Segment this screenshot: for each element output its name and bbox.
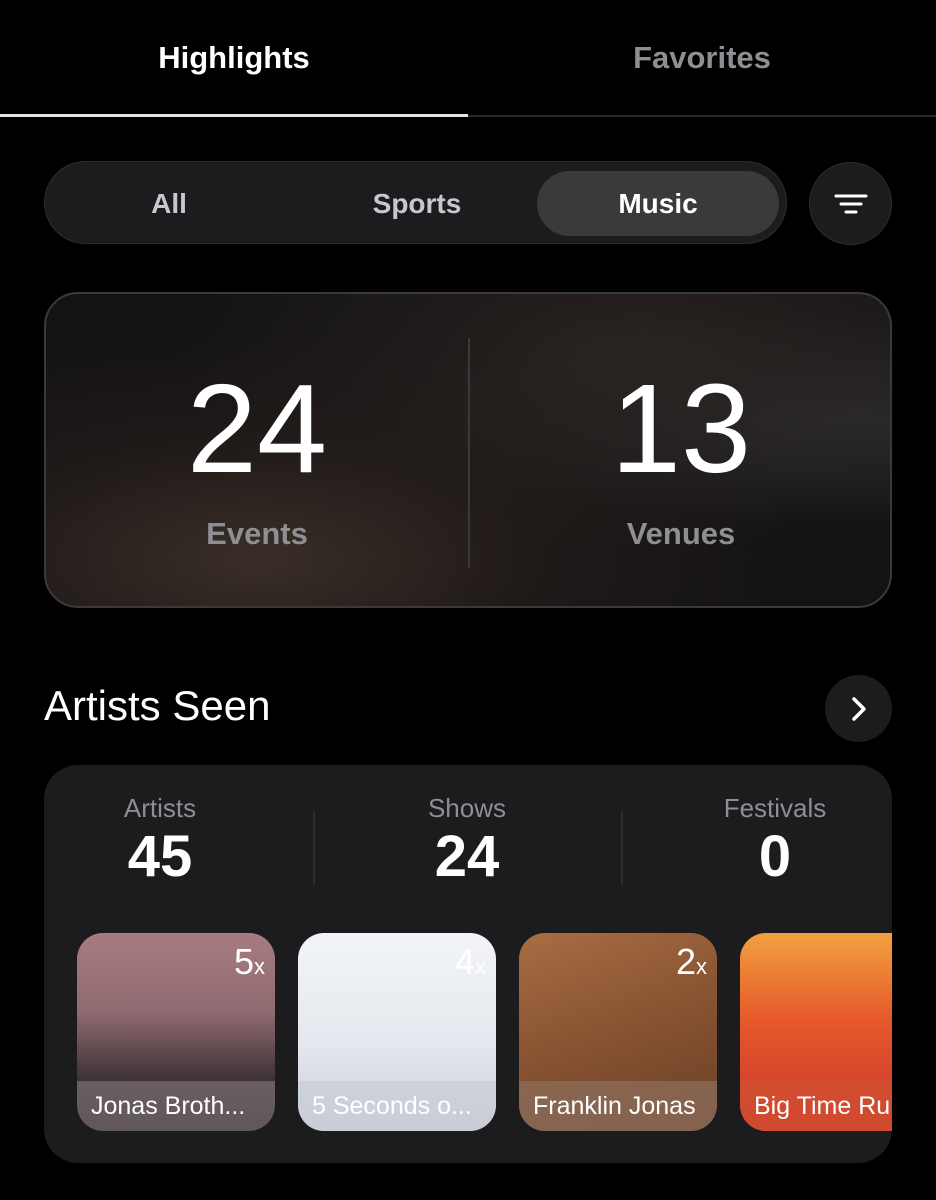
artist-tile[interactable]: 4x 5 Seconds o... [298, 933, 496, 1131]
festivals-stat-value: 0 [758, 824, 792, 889]
artist-name: Franklin Jonas [519, 1081, 717, 1131]
festivals-stat: Festivals 0 [659, 793, 891, 888]
shows-stat-label: Shows [427, 793, 507, 823]
category-segmented-control: All Sports Music [44, 161, 787, 244]
artists-seen-card[interactable]: Artists 45 Shows 24 Festivals 0 5x Jonas… [44, 765, 892, 1163]
segment-all[interactable]: All [45, 171, 293, 236]
artist-seen-count: 4x [454, 941, 486, 982]
events-label: Events [206, 516, 308, 551]
artists-stat: Artists 45 [44, 793, 276, 888]
artist-tile[interactable]: 5x Jonas Broth... [77, 933, 275, 1131]
venues-stat: 13 Venues [470, 364, 892, 552]
filter-button[interactable] [809, 162, 892, 245]
filter-lines-icon [834, 194, 867, 213]
artist-tile[interactable]: Big Time Ru [740, 933, 892, 1131]
artist-name: 5 Seconds o... [298, 1081, 496, 1131]
shows-stat: Shows 24 [351, 793, 583, 888]
artists-stat-value: 45 [127, 824, 193, 889]
chevron-right-icon [851, 696, 866, 721]
top-tab-bar: Highlights Favorites [0, 0, 936, 118]
segment-music[interactable]: Music [537, 171, 779, 236]
artist-name: Big Time Ru [740, 1081, 892, 1131]
festivals-stat-label: Festivals [723, 793, 827, 823]
artists-seen-title: Artists Seen [44, 682, 271, 729]
artists-seen-more-button[interactable] [825, 675, 892, 742]
summary-stats-card: 24 Events 13 Venues [44, 292, 892, 608]
segment-sports[interactable]: Sports [293, 171, 541, 236]
artist-seen-count: 5x [233, 941, 265, 982]
tab-active-indicator [0, 114, 468, 117]
mini-stat-divider [621, 811, 623, 885]
events-count: 24 [186, 358, 328, 499]
mini-stat-divider [313, 811, 315, 885]
artist-seen-count: 2x [675, 941, 707, 982]
artist-tile[interactable]: 2x Franklin Jonas [519, 933, 717, 1131]
artist-name: Jonas Broth... [77, 1081, 275, 1131]
artists-stat-label: Artists [123, 793, 197, 823]
shows-stat-value: 24 [434, 824, 500, 889]
events-stat: 24 Events [46, 364, 468, 552]
tab-favorites[interactable]: Favorites [468, 40, 936, 76]
artist-tiles-row[interactable]: 5x Jonas Broth... 4x 5 Seconds o... 2x F… [77, 933, 892, 1133]
venues-label: Venues [626, 516, 736, 551]
venues-count: 13 [610, 358, 752, 499]
tab-highlights[interactable]: Highlights [0, 40, 468, 76]
